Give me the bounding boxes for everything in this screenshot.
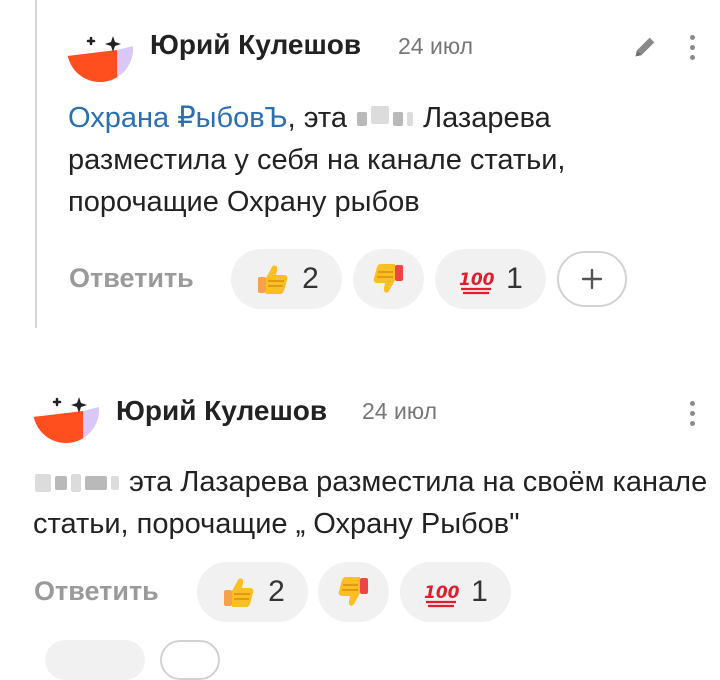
reaction-thumbs-down[interactable] xyxy=(353,249,424,309)
next-row-add-button[interactable] xyxy=(160,640,220,680)
reaction-hundred[interactable]: 100 1 xyxy=(400,562,511,622)
redacted-word xyxy=(393,112,404,127)
redacted-word xyxy=(407,112,414,127)
reaction-count: 2 xyxy=(302,262,319,295)
svg-text:100: 100 xyxy=(459,270,494,290)
redacted-word xyxy=(111,476,119,491)
comment-date: 24 июл xyxy=(398,33,473,59)
thumbs-up-icon xyxy=(258,265,288,294)
reaction-thumbs-up[interactable]: 2 xyxy=(231,249,342,309)
avatar[interactable] xyxy=(67,16,133,82)
reply-button[interactable]: Ответить xyxy=(69,263,194,294)
redacted-word xyxy=(35,474,51,493)
avatar-image-icon xyxy=(33,377,99,443)
svg-text:100: 100 xyxy=(424,583,459,603)
reaction-hundred[interactable]: 100 1 xyxy=(435,249,546,309)
avatar-image-icon xyxy=(67,16,133,82)
author-name[interactable]: Юрий Кулешов xyxy=(150,29,361,61)
hundred-points-icon: 100 xyxy=(424,583,459,608)
thumbs-down-icon xyxy=(338,577,368,606)
edit-button[interactable] xyxy=(628,30,662,64)
author-name[interactable]: Юрий Кулешов xyxy=(116,395,327,427)
more-options-button[interactable] xyxy=(680,394,704,432)
comment: Юрий Кулешов 24 июл эта Лазарева размест… xyxy=(0,360,720,680)
add-reaction-button[interactable] xyxy=(557,251,627,307)
more-vertical-icon xyxy=(689,400,695,426)
reaction-count: 1 xyxy=(506,262,523,295)
plus-icon xyxy=(581,268,603,290)
reply-button[interactable]: Ответить xyxy=(34,576,159,607)
comment: Юрий Кулешов 24 июл Охрана ₽ыбовЪ, эта Л… xyxy=(0,0,720,330)
reaction-count: 1 xyxy=(471,575,488,608)
comment-text-part: , эта xyxy=(287,102,347,134)
comment-date: 24 июл xyxy=(362,398,437,424)
avatar[interactable] xyxy=(33,377,99,443)
comment-text: эта Лазарева разместила на своём канале … xyxy=(33,461,713,545)
hundred-points-icon: 100 xyxy=(459,270,494,295)
reaction-thumbs-down[interactable] xyxy=(318,562,389,622)
redacted-word xyxy=(371,106,390,125)
thumbs-up-icon xyxy=(224,578,254,607)
redacted-word xyxy=(71,474,81,493)
reaction-thumbs-up[interactable]: 2 xyxy=(197,562,308,622)
next-row-pill[interactable] xyxy=(45,640,145,680)
comment-text-part: эта Лазарева разместила на своём канале … xyxy=(33,466,708,540)
redacted-word xyxy=(357,112,368,127)
thumbs-down-icon xyxy=(373,264,403,293)
pencil-icon xyxy=(635,37,655,57)
reaction-count: 2 xyxy=(268,575,285,608)
mention-link[interactable]: Охрана ₽ыбовЪ xyxy=(68,102,288,134)
more-options-button[interactable] xyxy=(680,28,704,66)
more-vertical-icon xyxy=(689,34,695,60)
redacted-word xyxy=(55,476,67,491)
redacted-word xyxy=(85,476,107,491)
comment-text: Охрана ₽ыбовЪ, эта Лазарева разместила у… xyxy=(68,97,668,223)
